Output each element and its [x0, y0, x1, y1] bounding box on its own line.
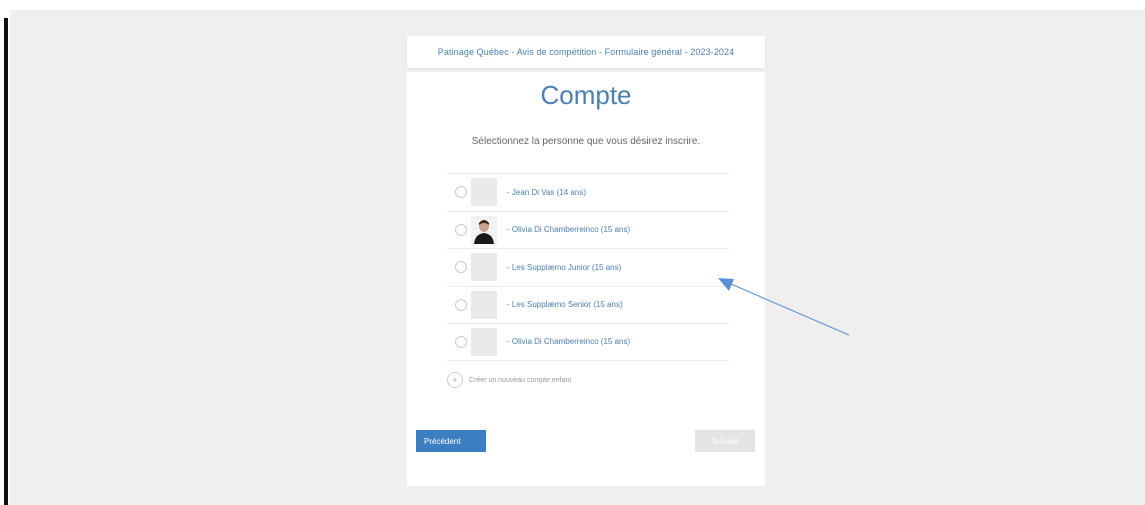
avatar-placeholder — [471, 253, 497, 282]
person-label[interactable]: - Jean Di Vas (14 ans) — [507, 188, 586, 197]
previous-button[interactable]: Précédent — [416, 430, 486, 452]
page-subtitle: Sélectionnez la personne que vous désire… — [471, 136, 701, 147]
form-header: Patinage Québec - Avis de compétition - … — [407, 36, 765, 68]
plus-icon: + — [447, 372, 463, 388]
account-card: Compte Sélectionnez la personne que vous… — [407, 72, 765, 486]
person-radio[interactable] — [455, 261, 467, 274]
person-list: - Jean Di Vas (14 ans) - Olivia Di Chamb… — [447, 173, 729, 361]
person-label[interactable]: - Olivia Di Chamberreinco (15 ans) — [507, 337, 630, 346]
person-row[interactable]: - Les Supplæmo Senior (15 ans) — [447, 285, 729, 324]
person-radio[interactable] — [455, 223, 467, 236]
person-label[interactable]: - Les Supplæmo Junior (15 ans) — [507, 263, 621, 272]
next-button[interactable]: Suivant — [695, 430, 755, 452]
person-label[interactable]: - Olivia Di Chamberreinco (15 ans) — [507, 225, 630, 234]
left-edge-bar — [0, 0, 9, 505]
avatar-placeholder — [471, 178, 497, 207]
person-row[interactable]: - Olivia Di Chamberreinco (15 ans) — [447, 323, 729, 361]
person-photo-icon — [474, 219, 494, 244]
page-title: Compte — [540, 80, 632, 110]
person-row[interactable]: - Olivia Di Chamberreinco (15 ans) — [447, 210, 729, 249]
form-header-title: Patinage Québec - Avis de compétition - … — [437, 47, 735, 57]
person-row[interactable]: - Jean Di Vas (14 ans) — [447, 173, 729, 211]
add-person-button[interactable]: + Créer un nouveau compte enfant — [447, 372, 571, 388]
add-person-label: Créer un nouveau compte enfant — [469, 376, 572, 384]
avatar-placeholder — [471, 327, 497, 356]
person-label[interactable]: - Les Supplæmo Senior (15 ans) — [507, 300, 623, 309]
person-radio[interactable] — [455, 186, 467, 199]
person-radio[interactable] — [455, 335, 467, 348]
avatar-photo — [471, 215, 497, 244]
person-row[interactable]: - Les Supplæmo Junior (15 ans) — [447, 248, 729, 286]
person-radio[interactable] — [455, 298, 467, 311]
avatar-placeholder — [471, 290, 497, 319]
